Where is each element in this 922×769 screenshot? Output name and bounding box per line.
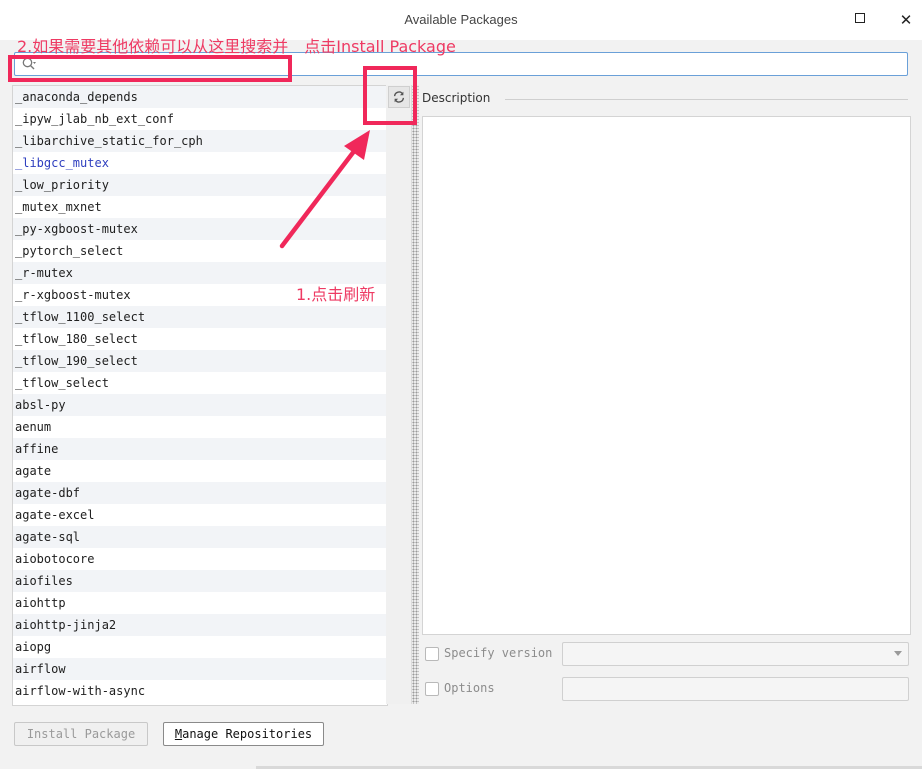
window-title: Available Packages (404, 12, 518, 27)
package-list-item[interactable]: aiopg (13, 636, 387, 658)
description-panel (422, 116, 911, 635)
annotation-step1-text: 1.点击刷新 (296, 285, 376, 304)
panel-splitter[interactable] (412, 85, 419, 704)
package-list-item[interactable]: _tflow_select (13, 372, 387, 394)
annotation-search-box (8, 55, 292, 82)
specify-version-checkbox[interactable] (425, 647, 439, 661)
available-packages-window: Available Packages ✕ _anaconda_depends _i… (0, 0, 922, 769)
manage-mnemonic: M (174, 727, 183, 741)
package-list-item[interactable]: affine (13, 438, 387, 460)
options-checkbox[interactable] (425, 682, 439, 696)
version-select[interactable] (562, 642, 909, 666)
package-list-item[interactable]: aiohttp-jinja2 (13, 614, 387, 636)
annotation-step2-text: 2.如果需要其他依赖可以从这里搜索并 点击Install Package (17, 37, 456, 56)
install-package-button[interactable]: Install Package (14, 722, 148, 746)
package-list-item[interactable]: airflow-with-async (13, 680, 387, 702)
package-list-item[interactable]: aenum (13, 416, 387, 438)
package-list-item[interactable]: _anaconda_depends (13, 86, 387, 108)
annotation-refresh-box (363, 66, 417, 125)
package-list-item[interactable]: absl-py (13, 394, 387, 416)
package-list-item[interactable]: _tflow_180_select (13, 328, 387, 350)
options-input[interactable] (562, 677, 909, 701)
chevron-down-icon (894, 651, 902, 656)
description-label: Description (422, 91, 497, 105)
package-list-item[interactable]: agate (13, 460, 387, 482)
specify-version-label: Specify version (444, 646, 553, 660)
package-list-item[interactable]: agate-dbf (13, 482, 387, 504)
manage-repositories-button[interactable]: Manage Repositories (163, 722, 324, 746)
package-list-item[interactable]: _tflow_1100_select (13, 306, 387, 328)
maximize-button[interactable] (850, 10, 870, 30)
manage-label-rest: anage Repositories (182, 727, 313, 741)
annotation-arrow (279, 130, 370, 249)
list-toolbar (386, 85, 412, 704)
package-list-item[interactable]: aiohttp (13, 592, 387, 614)
package-list-item[interactable]: agate-excel (13, 504, 387, 526)
package-list-item[interactable]: airflow (13, 658, 387, 680)
package-list-item[interactable]: aiofiles (13, 570, 387, 592)
close-icon: ✕ (899, 11, 913, 29)
package-list-item[interactable]: agate-sql (13, 526, 387, 548)
maximize-icon (855, 13, 865, 23)
package-list-item[interactable]: _tflow_190_select (13, 350, 387, 372)
close-button[interactable]: ✕ (896, 10, 916, 30)
package-list-item[interactable]: aiobotocore (13, 548, 387, 570)
description-divider (505, 99, 908, 100)
options-label: Options (444, 681, 495, 695)
